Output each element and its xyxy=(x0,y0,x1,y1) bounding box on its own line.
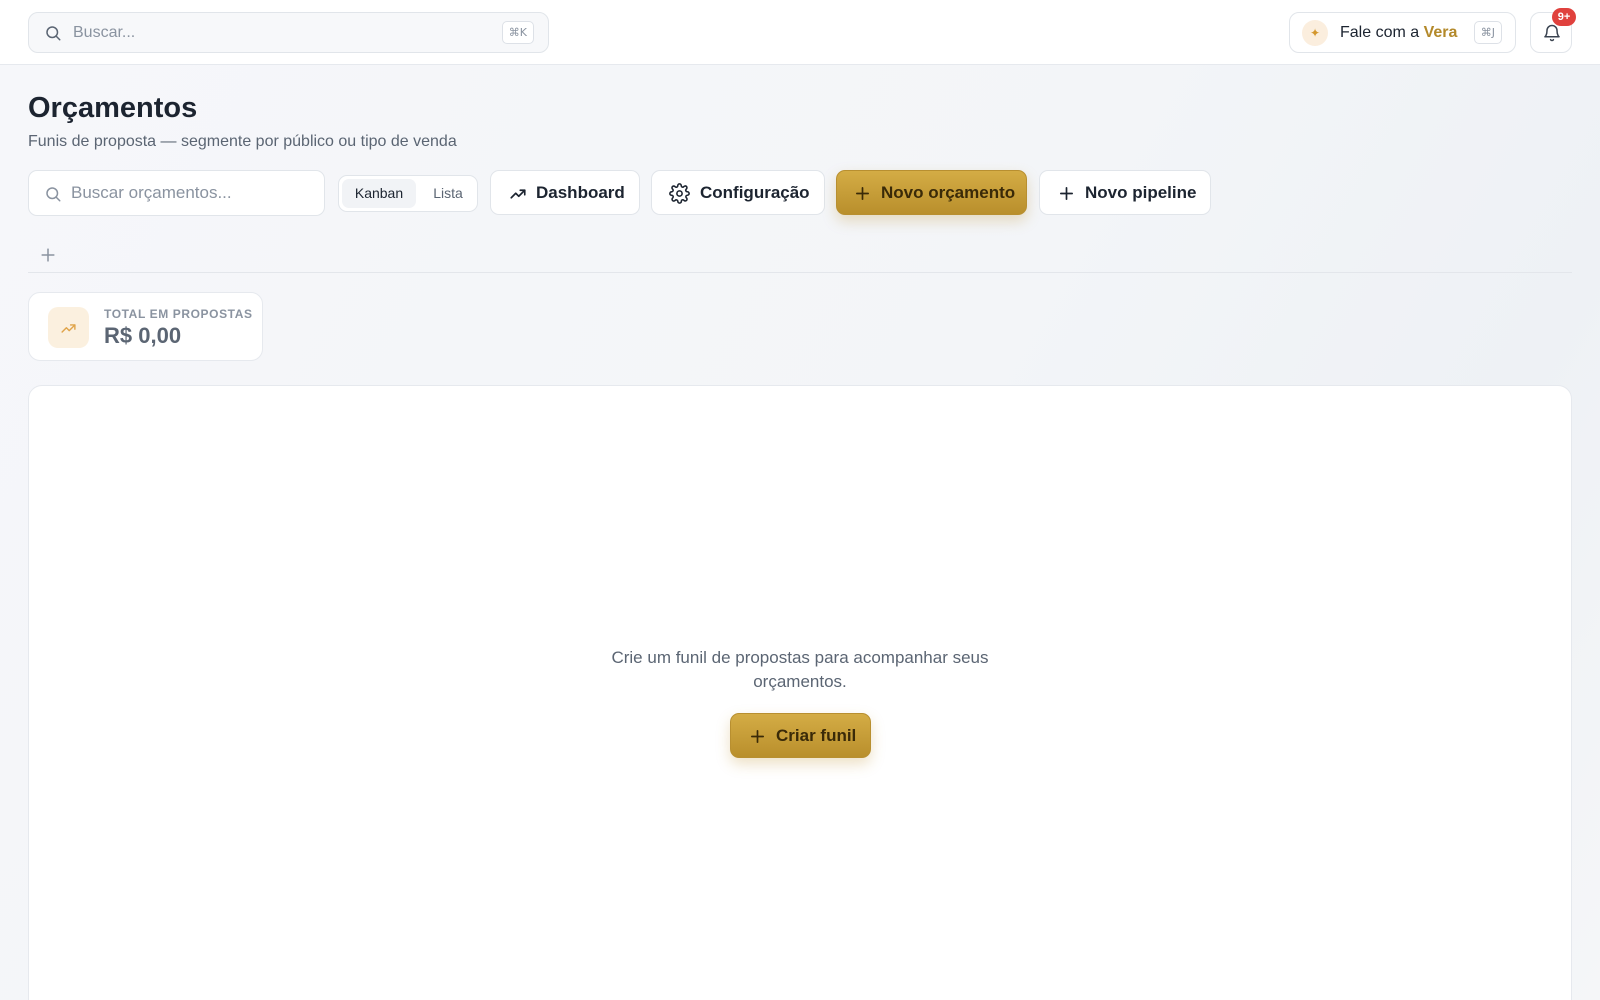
assistant-name: Vera xyxy=(1423,24,1458,41)
assistant-prefix: Fale com a xyxy=(1340,24,1424,41)
configuration-button[interactable]: Configuração xyxy=(651,170,825,215)
view-option-lista[interactable]: Lista xyxy=(421,179,475,208)
view-option-kanban[interactable]: Kanban xyxy=(342,179,416,208)
new-pipeline-label: Novo pipeline xyxy=(1085,183,1197,202)
new-quote-button[interactable]: Novo orçamento xyxy=(836,170,1027,215)
total-proposals-label: TOTAL EM PROPOSTAS xyxy=(104,307,253,321)
total-proposals-value: R$ 0,00 xyxy=(104,323,182,348)
dashboard-label: Dashboard xyxy=(536,183,625,202)
trending-up-icon xyxy=(509,185,527,208)
trending-up-icon xyxy=(48,307,89,348)
new-pipeline-button[interactable]: Novo pipeline xyxy=(1039,170,1211,215)
plus-icon xyxy=(1058,185,1075,207)
create-funnel-label: Criar funil xyxy=(776,726,857,745)
global-search[interactable]: ⌘K xyxy=(28,12,549,53)
tabs-divider xyxy=(28,272,1572,273)
add-pipeline-tab-button[interactable] xyxy=(38,245,58,265)
configuration-label: Configuração xyxy=(700,183,810,202)
assistant-chat-button[interactable]: ✦ Fale com a Vera ⌘J xyxy=(1289,12,1516,53)
empty-state-message: Crie um funil de propostas para acompanh… xyxy=(611,648,989,691)
top-bar: ⌘K ✦ Fale com a Vera ⌘J 9+ xyxy=(0,0,1600,65)
new-quote-label: Novo orçamento xyxy=(881,183,1016,202)
dashboard-button[interactable]: Dashboard xyxy=(490,170,640,215)
assistant-shortcut-hint: ⌘J xyxy=(1473,21,1502,44)
gear-icon xyxy=(669,183,690,209)
plus-icon xyxy=(854,185,871,207)
page-title: Orçamentos xyxy=(28,92,198,124)
view-toggle: Kanban Lista xyxy=(338,175,478,212)
quotes-search-input[interactable] xyxy=(71,180,311,206)
search-icon xyxy=(44,185,62,208)
quotes-search[interactable] xyxy=(28,170,325,216)
plus-icon xyxy=(41,248,55,262)
plus-icon xyxy=(749,728,766,750)
bell-icon xyxy=(1544,24,1560,42)
search-shortcut-hint: ⌘K xyxy=(501,21,534,44)
search-icon xyxy=(44,24,62,42)
page-subtitle: Funis de proposta — segmente por público… xyxy=(28,133,457,150)
assistant-label: Fale com a Vera xyxy=(1340,24,1457,42)
global-search-input[interactable] xyxy=(73,19,473,47)
total-proposals-card: TOTAL EM PROPOSTAS R$ 0,00 xyxy=(28,292,263,361)
create-funnel-button[interactable]: Criar funil xyxy=(730,713,871,758)
sparkle-icon: ✦ xyxy=(1302,20,1328,46)
notifications-badge: 9+ xyxy=(1552,8,1576,26)
